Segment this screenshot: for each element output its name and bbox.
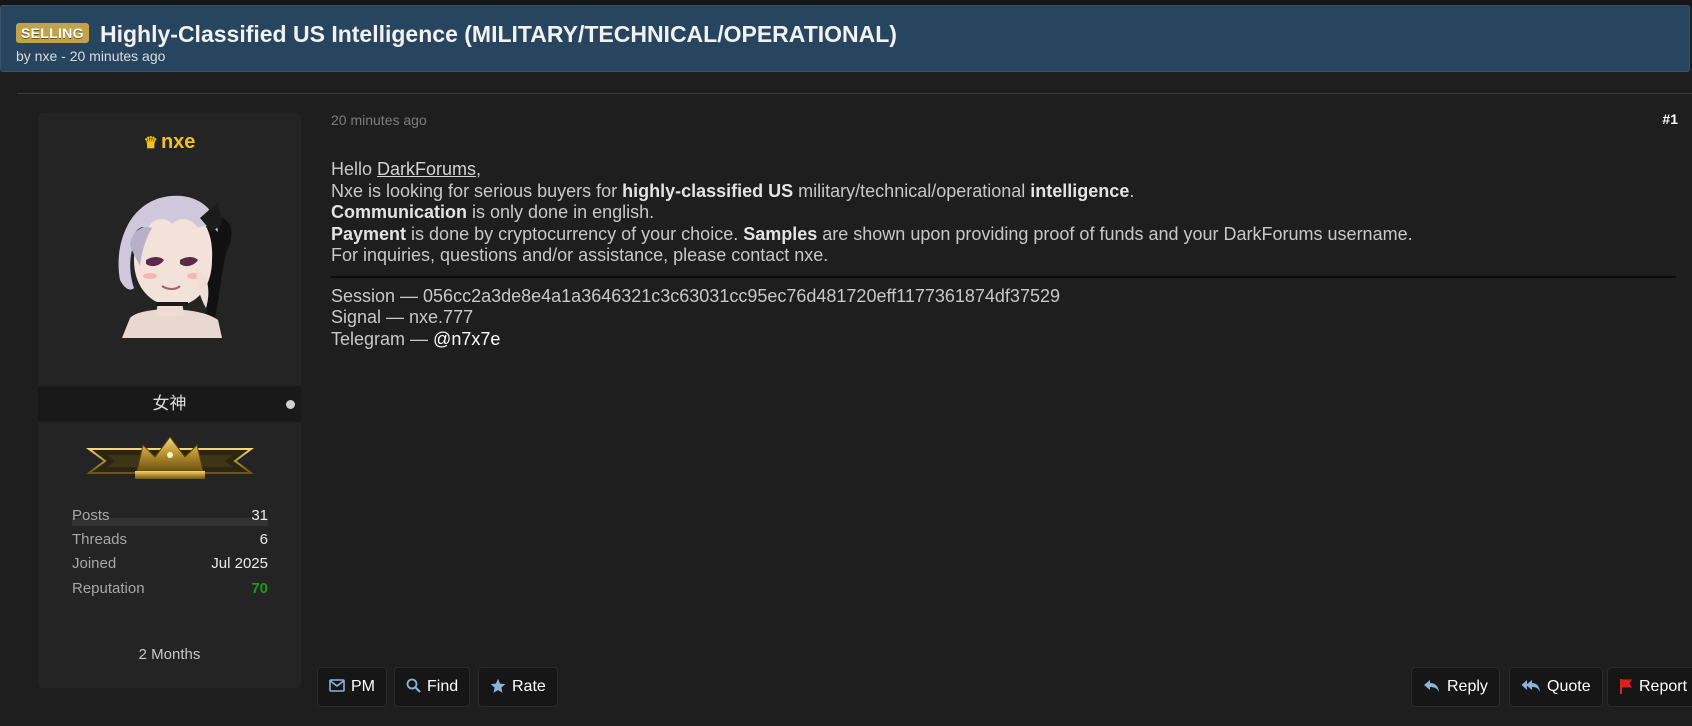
stat-row-threads: Threads 6: [72, 531, 268, 551]
find-label: Find: [427, 678, 459, 695]
post-date: 20 minutes ago: [331, 112, 427, 128]
thread-header: SELLING Highly-Classified US Intelligenc…: [0, 5, 1690, 72]
rank-badge-icon: [86, 436, 254, 479]
stat-label: Joined: [72, 555, 117, 572]
thread-title: Highly-Classified US Intelligence (MILIT…: [100, 21, 897, 47]
author-username[interactable]: nxe: [161, 131, 195, 153]
stat-value: Jul 2025: [211, 555, 268, 572]
stat-label: Threads: [72, 531, 128, 548]
crown-icon: ♛: [143, 135, 158, 152]
header-separator: [17, 93, 1692, 94]
contact-telegram: Telegram — @n7x7e: [331, 328, 501, 349]
thread-prefix-badge: SELLING: [16, 23, 89, 43]
quote-button[interactable]: Quote: [1509, 667, 1603, 707]
quote-label: Quote: [1547, 678, 1591, 695]
stat-label: Posts: [72, 507, 110, 524]
author-panel: ♛ nxe 女神 Posts 31 Threads 6 Joined Jul 2…: [38, 113, 301, 688]
search-icon: [406, 678, 421, 693]
contact-session: Session — 056cc2a3de8e4a1a3646321c3c6303…: [331, 285, 1060, 306]
flag-icon: [1620, 678, 1632, 694]
forum-link[interactable]: DarkForums: [377, 159, 476, 179]
reply-all-icon: [1521, 679, 1540, 692]
usertitle: 女神: [152, 394, 187, 413]
stat-row-reputation: Reputation 70: [72, 580, 268, 600]
contact-signal: Signal — nxe.777: [331, 307, 474, 327]
reply-button[interactable]: Reply: [1411, 667, 1500, 707]
status-dot-icon: [286, 400, 295, 409]
post-body: Hello DarkForums, Nxe is looking for ser…: [331, 159, 1676, 350]
avatar[interactable]: [100, 188, 240, 338]
author-name[interactable]: ♛ nxe: [38, 131, 301, 154]
pm-button[interactable]: PM: [317, 667, 387, 707]
reputation-value[interactable]: 70: [251, 580, 268, 597]
stat-row-posts: Posts 31: [72, 507, 268, 527]
telegram-handle: @n7x7e: [433, 328, 501, 349]
envelope-icon: [329, 679, 345, 693]
stat-row-joined: Joined Jul 2025: [72, 555, 268, 575]
stat-value: 31: [251, 507, 268, 524]
rate-button[interactable]: Rate: [478, 667, 558, 707]
stat-value: 6: [259, 531, 268, 548]
post-line: Communication is only done in english.: [331, 202, 655, 222]
post-divider: [331, 275, 1676, 278]
reply-label: Reply: [1447, 678, 1488, 695]
thread-meta: by nxe - 20 minutes ago: [16, 48, 166, 64]
usertitle-bar: 女神: [38, 386, 301, 422]
post-line: For inquiries, questions and/or assistan…: [331, 245, 829, 265]
rate-label: Rate: [512, 678, 546, 695]
stat-label: Reputation: [72, 580, 145, 597]
report-button[interactable]: Report: [1607, 667, 1692, 707]
reply-icon: [1424, 679, 1439, 692]
find-button[interactable]: Find: [394, 667, 471, 707]
pm-label: PM: [351, 678, 375, 695]
post-greeting: Hello DarkForums,: [331, 159, 482, 179]
post-number-link[interactable]: #1: [1662, 111, 1678, 127]
post-line: Nxe is looking for serious buyers for hi…: [331, 180, 1135, 201]
membership-duration: 2 Months: [138, 646, 201, 663]
star-icon: [490, 678, 506, 693]
post-line: Payment is done by cryptocurrency of you…: [331, 223, 1413, 244]
report-label: Report: [1639, 678, 1688, 695]
